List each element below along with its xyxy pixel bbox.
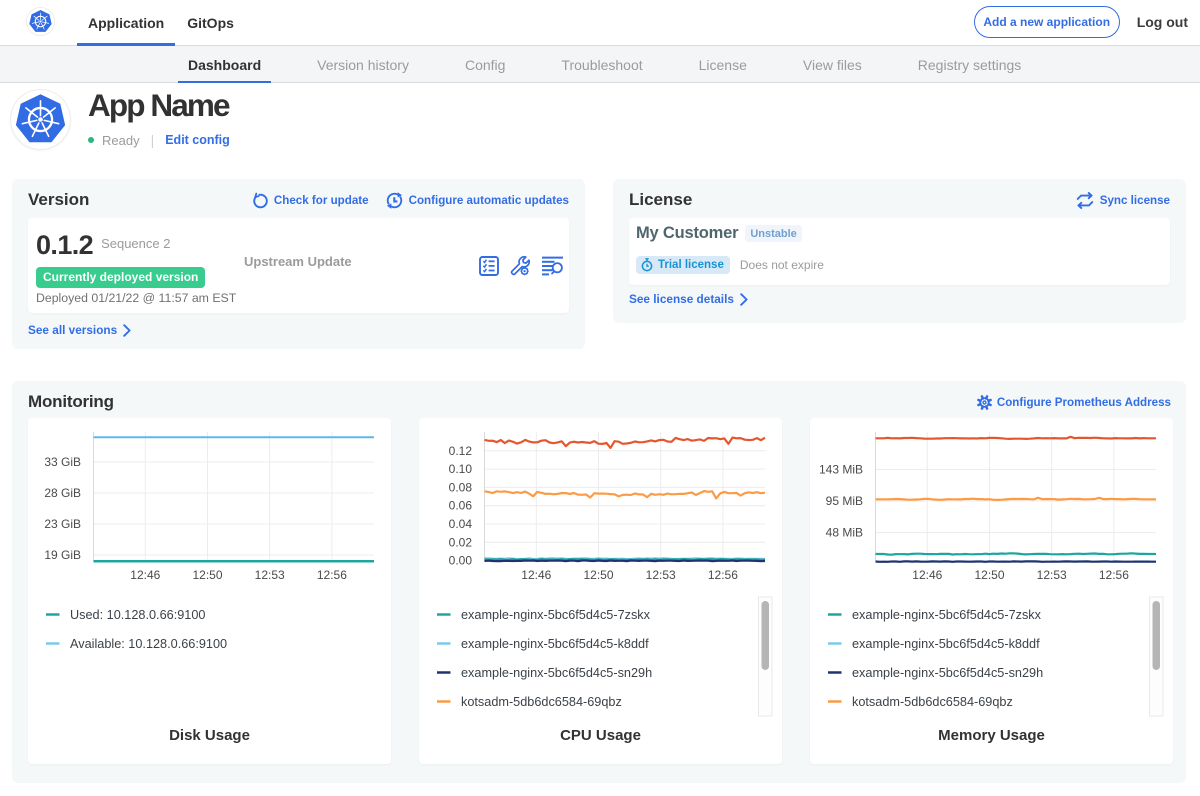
svg-text:0.12: 0.12	[449, 444, 473, 458]
svg-text:example-nginx-5bc6f5d4c5-7zskx: example-nginx-5bc6f5d4c5-7zskx	[852, 608, 1042, 622]
svg-text:example-nginx-5bc6f5d4c5-k8ddf: example-nginx-5bc6f5d4c5-k8ddf	[461, 637, 649, 651]
svg-text:12:56: 12:56	[708, 568, 738, 582]
svg-text:12:56: 12:56	[317, 568, 347, 582]
svg-text:0.00: 0.00	[449, 554, 473, 568]
svg-text:12:50: 12:50	[192, 568, 222, 582]
svg-text:0.08: 0.08	[449, 480, 473, 494]
svg-text:12:46: 12:46	[912, 568, 942, 582]
svg-text:Used: 10.128.0.66:9100: Used: 10.128.0.66:9100	[70, 608, 205, 622]
svg-text:12:50: 12:50	[583, 568, 613, 582]
svg-text:example-nginx-5bc6f5d4c5-sn29h: example-nginx-5bc6f5d4c5-sn29h	[461, 666, 652, 680]
svg-text:0.10: 0.10	[449, 462, 473, 476]
svg-text:12:50: 12:50	[974, 568, 1004, 582]
svg-text:0.04: 0.04	[449, 517, 473, 531]
svg-text:example-nginx-5bc6f5d4c5-k8ddf: example-nginx-5bc6f5d4c5-k8ddf	[852, 637, 1040, 651]
svg-text:19 GiB: 19 GiB	[44, 548, 81, 562]
svg-text:Disk Usage: Disk Usage	[169, 727, 250, 744]
svg-text:95 MiB: 95 MiB	[826, 494, 863, 508]
svg-text:Available: 10.128.0.66:9100: Available: 10.128.0.66:9100	[70, 637, 227, 651]
svg-text:12:53: 12:53	[255, 568, 285, 582]
svg-text:28 GiB: 28 GiB	[44, 486, 81, 500]
svg-text:23 GiB: 23 GiB	[44, 517, 81, 531]
svg-text:12:56: 12:56	[1099, 568, 1129, 582]
svg-text:143 MiB: 143 MiB	[819, 463, 863, 477]
svg-text:CPU Usage: CPU Usage	[560, 727, 641, 744]
svg-text:Memory Usage: Memory Usage	[938, 727, 1045, 744]
svg-text:0.06: 0.06	[449, 499, 473, 513]
svg-text:0.02: 0.02	[449, 535, 473, 549]
svg-text:example-nginx-5bc6f5d4c5-sn29h: example-nginx-5bc6f5d4c5-sn29h	[852, 666, 1043, 680]
svg-text:kotsadm-5db6dc6584-69qbz: kotsadm-5db6dc6584-69qbz	[852, 695, 1013, 709]
svg-text:12:46: 12:46	[521, 568, 551, 582]
svg-text:48 MiB: 48 MiB	[826, 526, 863, 540]
svg-text:example-nginx-5bc6f5d4c5-7zskx: example-nginx-5bc6f5d4c5-7zskx	[461, 608, 651, 622]
svg-text:12:46: 12:46	[130, 568, 160, 582]
svg-text:33 GiB: 33 GiB	[44, 455, 81, 469]
svg-text:12:53: 12:53	[1037, 568, 1067, 582]
svg-text:kotsadm-5db6dc6584-69qbz: kotsadm-5db6dc6584-69qbz	[461, 695, 622, 709]
svg-text:12:53: 12:53	[646, 568, 676, 582]
